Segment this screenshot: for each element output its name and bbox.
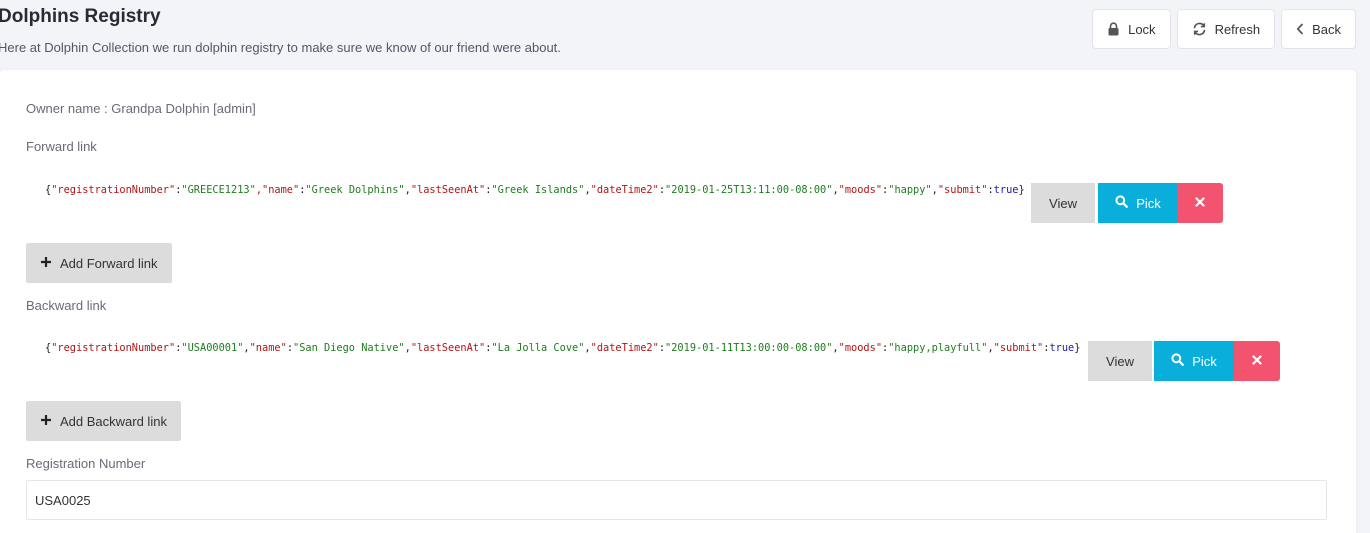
back-button-label: Back (1312, 21, 1341, 37)
json-value: true (1049, 342, 1075, 354)
json-value: "GREECE1213" (181, 184, 256, 196)
lock-icon (1107, 22, 1120, 36)
json-value: "Greek Dolphins" (305, 184, 405, 196)
add-forward-link-label: Add Forward link (60, 255, 158, 271)
json-value: "2019-01-25T13:11:00-08:00" (665, 184, 833, 196)
refresh-button-label: Refresh (1214, 21, 1261, 37)
back-button[interactable]: Back (1281, 9, 1356, 49)
json-value: true (993, 184, 1019, 196)
forward-view-button[interactable]: View (1031, 183, 1095, 223)
json-value: "Greek Islands" (491, 184, 585, 196)
json-value: "La Jolla Cove" (491, 342, 585, 354)
json-value: "USA00001" (181, 342, 244, 354)
backward-pick-button[interactable]: Pick (1154, 341, 1234, 381)
json-value: "2019-01-11T13:00:00-08:00" (665, 342, 833, 354)
add-backward-link-button[interactable]: Add Backward link (26, 401, 181, 441)
json-value: "San Diego Native" (293, 342, 405, 354)
lock-button[interactable]: Lock (1092, 9, 1171, 49)
json-value: "happy,playfull" (888, 342, 988, 354)
forward-link-label: Forward link (26, 139, 97, 154)
page-title: Dolphins Registry (0, 6, 161, 27)
backward-link-label: Backward link (26, 298, 107, 313)
refresh-button[interactable]: Refresh (1176, 9, 1276, 49)
registration-number-input[interactable] (26, 480, 1327, 520)
header-actions: Lock Refresh Back (1092, 9, 1356, 49)
search-icon (1171, 353, 1185, 369)
backward-remove-button[interactable] (1234, 341, 1280, 381)
lock-button-label: Lock (1128, 21, 1156, 37)
forward-pick-button[interactable]: Pick (1098, 183, 1178, 223)
backward-pick-label: Pick (1192, 353, 1217, 369)
backward-view-button[interactable]: View (1088, 341, 1152, 381)
chevron-left-icon (1296, 23, 1304, 35)
page: Dolphins Registry Here at Dolphin Collec… (0, 0, 1370, 533)
backward-link-json: {"registrationNumber":"USA00001","name":… (45, 342, 1081, 354)
forward-remove-button[interactable] (1177, 183, 1223, 223)
refresh-icon (1192, 22, 1207, 36)
add-forward-link-button[interactable]: Add Forward link (26, 243, 172, 283)
close-icon (1195, 194, 1205, 212)
registry-card: Owner name : Grandpa Dolphin [admin] For… (0, 70, 1356, 533)
json-value: "happy" (888, 184, 932, 196)
search-icon (1115, 195, 1129, 211)
registration-number-label: Registration Number (26, 456, 146, 471)
forward-link-json: {"registrationNumber":"GREECE1213","name… (45, 184, 1025, 196)
plus-icon (40, 414, 52, 429)
owner-name: Owner name : Grandpa Dolphin [admin] (26, 101, 256, 116)
plus-icon (40, 256, 52, 271)
forward-pick-label: Pick (1136, 195, 1161, 211)
add-backward-link-label: Add Backward link (60, 413, 167, 429)
close-icon (1252, 352, 1262, 370)
page-subtitle: Here at Dolphin Collection we run dolphi… (0, 40, 561, 55)
